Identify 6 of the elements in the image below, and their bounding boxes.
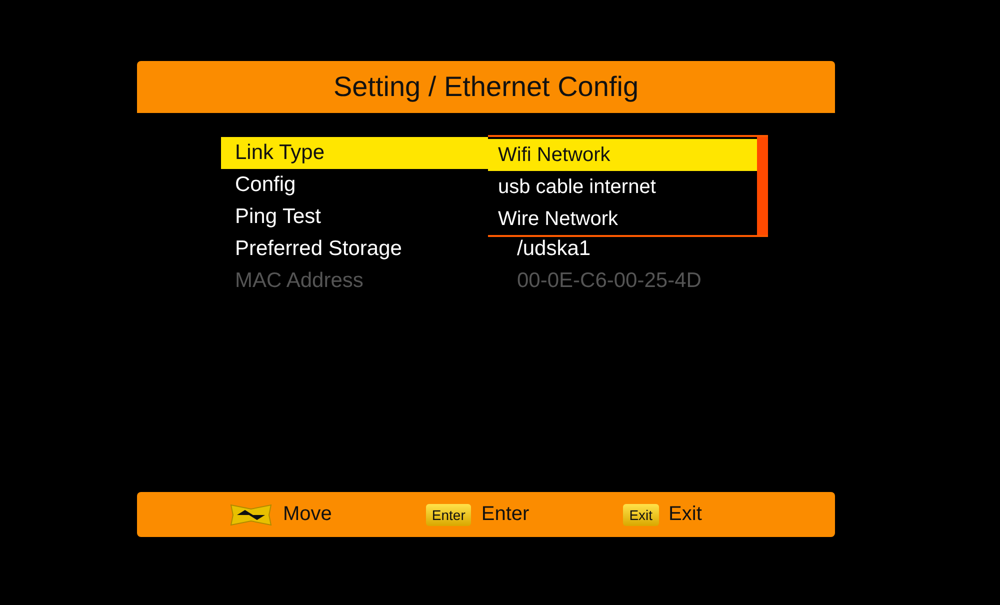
hint-label: Enter	[481, 503, 530, 526]
key-label: Enter	[426, 504, 472, 526]
hint-label: Move	[283, 503, 332, 526]
key-label: Exit	[623, 504, 659, 526]
hint-label: Exit	[668, 503, 702, 526]
screen-title: Setting / Ethernet Config	[333, 71, 639, 103]
